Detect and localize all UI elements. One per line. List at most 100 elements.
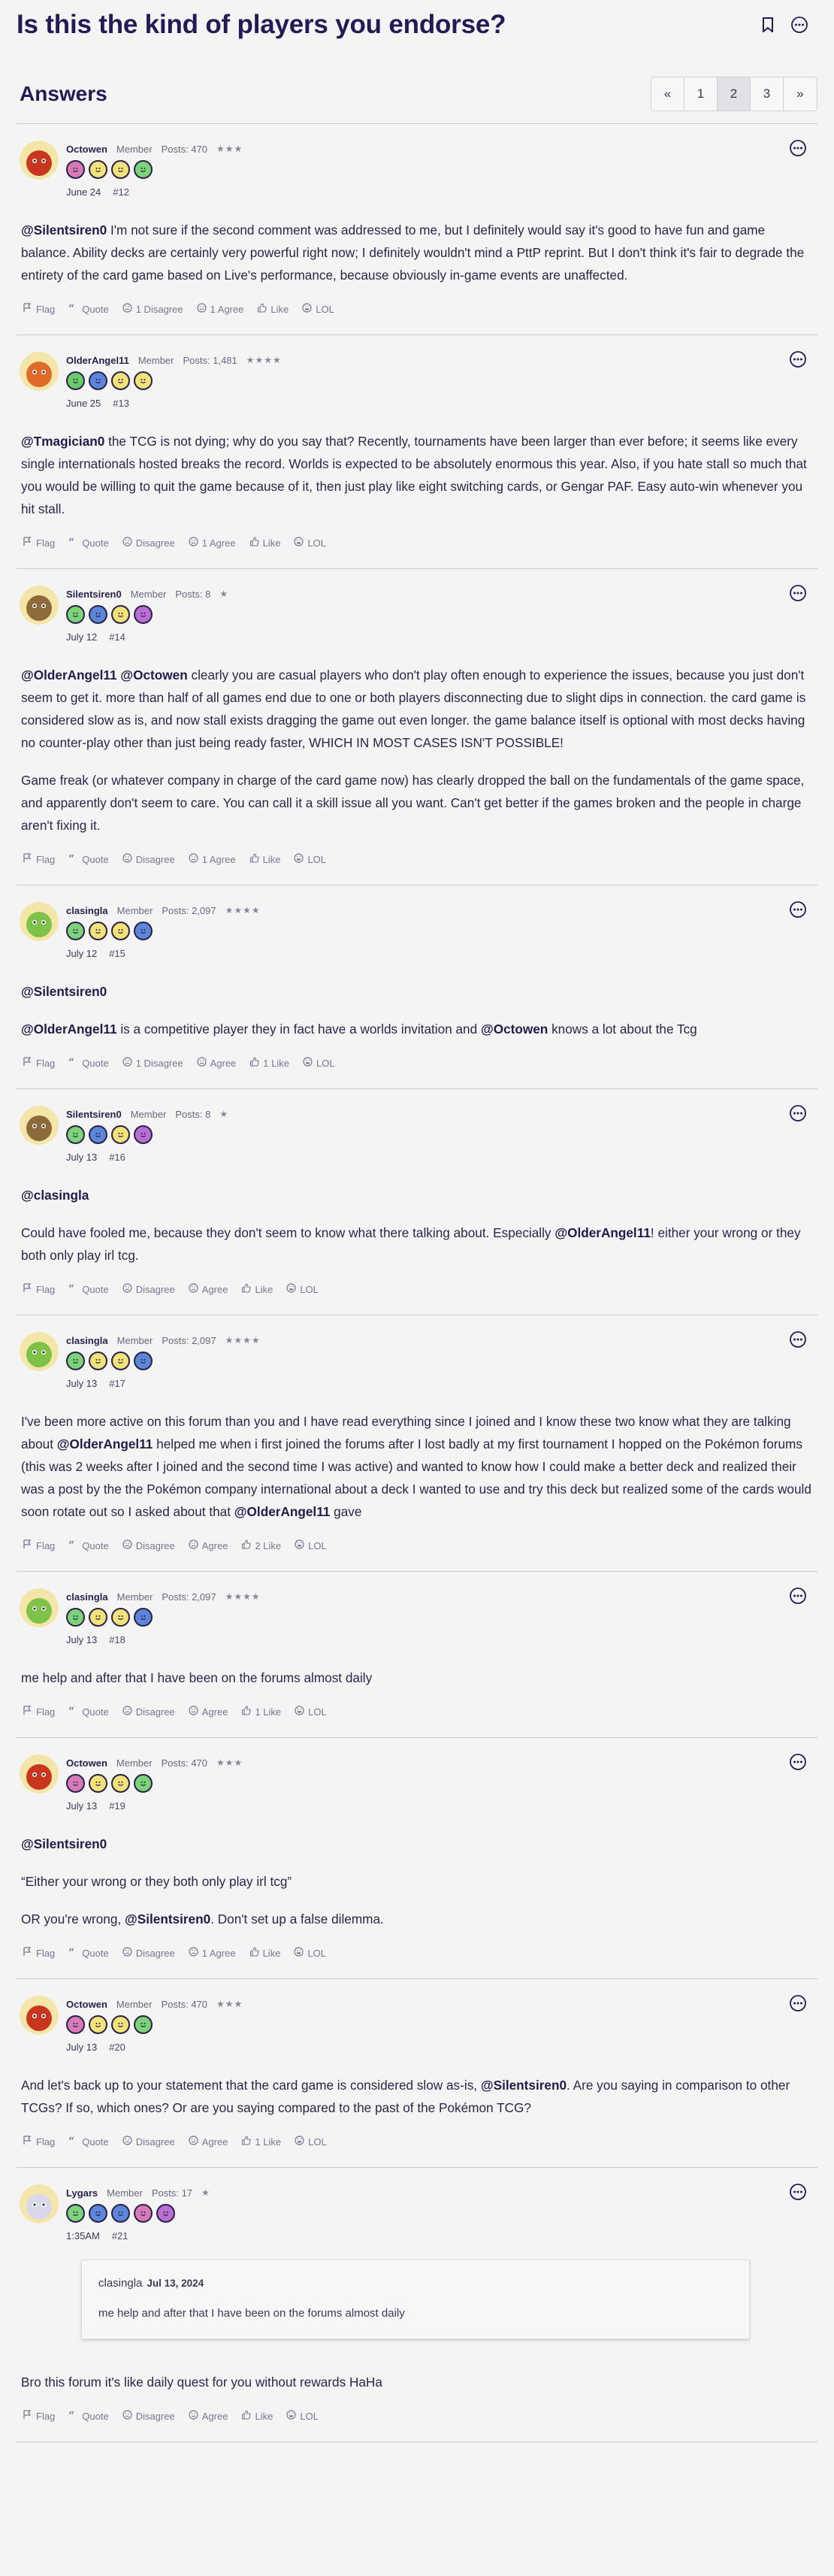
post-date[interactable]: 1:35AM	[66, 2230, 100, 2242]
page-button[interactable]: «	[651, 77, 684, 110]
quote-button[interactable]: “ Quote	[68, 853, 108, 865]
agree-button[interactable]: 1 Agree	[189, 1947, 236, 1959]
post-more-icon[interactable]	[789, 901, 807, 919]
post-more-icon[interactable]	[789, 1587, 807, 1605]
avatar[interactable]	[20, 1754, 59, 1794]
flag-button[interactable]: Flag	[23, 2410, 55, 2422]
post-more-icon[interactable]	[789, 1994, 807, 2012]
post-date[interactable]: July 13	[66, 1800, 97, 1812]
lol-button[interactable]: LOL	[295, 1539, 327, 1551]
user-mention[interactable]: @Silentsiren0	[21, 984, 107, 999]
agree-button[interactable]: Agree	[196, 1057, 236, 1069]
lol-button[interactable]: LOL	[294, 1947, 326, 1959]
username[interactable]: Octowen	[66, 144, 107, 155]
bookmark-icon[interactable]	[759, 16, 777, 34]
quote-button[interactable]: “ Quote	[68, 537, 108, 549]
username[interactable]: Silentsiren0	[66, 589, 122, 600]
username[interactable]: clasingla	[66, 1335, 108, 1346]
user-mention[interactable]: @Silentsiren0	[21, 1836, 107, 1851]
avatar[interactable]	[20, 1106, 59, 1145]
user-mention[interactable]: @Silentsiren0	[21, 222, 107, 238]
quote-button[interactable]: “ Quote	[68, 2136, 108, 2148]
like-button[interactable]: Like	[249, 537, 280, 549]
user-mention[interactable]: @Octowen	[481, 1022, 548, 1037]
post-date[interactable]: June 25	[66, 398, 101, 409]
agree-button[interactable]: Agree	[189, 1539, 228, 1551]
disagree-button[interactable]: Disagree	[122, 1947, 175, 1959]
lol-button[interactable]: LOL	[286, 1283, 319, 1295]
quote-button[interactable]: “ Quote	[68, 1539, 108, 1551]
lol-button[interactable]: LOL	[303, 1057, 335, 1069]
user-mention[interactable]: @clasingla	[21, 1188, 89, 1203]
flag-button[interactable]: Flag	[23, 2136, 55, 2148]
avatar[interactable]	[20, 141, 59, 180]
disagree-button[interactable]: Disagree	[122, 1706, 175, 1718]
post-number[interactable]: #13	[113, 398, 129, 409]
user-mention[interactable]: @OlderAngel11	[21, 1022, 117, 1037]
like-button[interactable]: Like	[241, 2410, 273, 2422]
quote-button[interactable]: “ Quote	[68, 1947, 108, 1959]
flag-button[interactable]: Flag	[23, 1057, 55, 1069]
post-date[interactable]: July 12	[66, 631, 97, 643]
quote-button[interactable]: “ Quote	[68, 2410, 108, 2422]
post-more-icon[interactable]	[789, 584, 807, 602]
like-button[interactable]: 1 Like	[249, 1057, 289, 1069]
more-icon[interactable]	[790, 16, 808, 34]
post-date[interactable]: July 12	[66, 948, 97, 959]
avatar[interactable]	[20, 1996, 59, 2035]
quote-button[interactable]: “ Quote	[68, 303, 108, 315]
username[interactable]: OlderAngel11	[66, 355, 129, 366]
user-mention[interactable]: @OlderAngel11	[21, 667, 117, 683]
like-button[interactable]: 1 Like	[241, 2136, 281, 2148]
avatar[interactable]	[20, 352, 59, 391]
flag-button[interactable]: Flag	[23, 1706, 55, 1718]
flag-button[interactable]: Flag	[23, 1539, 55, 1551]
lol-button[interactable]: LOL	[294, 853, 326, 865]
agree-button[interactable]: 1 Agree	[189, 853, 236, 865]
disagree-button[interactable]: 1 Disagree	[122, 1057, 183, 1069]
username[interactable]: clasingla	[66, 1591, 108, 1603]
post-number[interactable]: #16	[109, 1152, 125, 1163]
username[interactable]: Silentsiren0	[66, 1109, 122, 1120]
avatar[interactable]	[20, 902, 59, 941]
post-more-icon[interactable]	[789, 2183, 807, 2201]
page-button[interactable]: 3	[751, 77, 784, 110]
post-date[interactable]: July 13	[66, 1378, 97, 1389]
page-button[interactable]: 1	[684, 77, 718, 110]
flag-button[interactable]: Flag	[23, 1283, 55, 1295]
post-number[interactable]: #17	[109, 1378, 125, 1389]
username[interactable]: clasingla	[66, 905, 108, 916]
disagree-button[interactable]: Disagree	[122, 1283, 175, 1295]
quoted-post[interactable]: clasingla Jul 13, 2024 me help and after t…	[81, 2260, 750, 2339]
user-mention[interactable]: @Tmagician0	[21, 434, 104, 449]
user-mention[interactable]: @Silentsiren0	[481, 2078, 567, 2093]
post-number[interactable]: #15	[109, 948, 125, 959]
post-number[interactable]: #20	[109, 2042, 125, 2053]
post-number[interactable]: #21	[112, 2230, 128, 2242]
like-button[interactable]: Like	[257, 303, 289, 315]
post-date[interactable]: July 13	[66, 1634, 97, 1645]
username[interactable]: Octowen	[66, 1999, 107, 2010]
disagree-button[interactable]: Disagree	[122, 2136, 175, 2148]
agree-button[interactable]: Agree	[189, 1706, 228, 1718]
avatar[interactable]	[20, 2184, 59, 2223]
post-more-icon[interactable]	[789, 1753, 807, 1771]
quote-author[interactable]: clasingla	[98, 2277, 142, 2290]
lol-button[interactable]: LOL	[295, 1706, 327, 1718]
quote-button[interactable]: “ Quote	[68, 1283, 108, 1295]
quote-button[interactable]: “ Quote	[68, 1706, 108, 1718]
lol-button[interactable]: LOL	[302, 303, 334, 315]
user-mention[interactable]: @OlderAngel11	[554, 1225, 651, 1240]
like-button[interactable]: Like	[241, 1283, 273, 1295]
username[interactable]: Octowen	[66, 1757, 107, 1769]
user-mention[interactable]: @OlderAngel11	[234, 1504, 331, 1519]
agree-button[interactable]: Agree	[189, 2136, 228, 2148]
post-date[interactable]: July 13	[66, 1152, 97, 1163]
flag-button[interactable]: Flag	[23, 303, 55, 315]
agree-button[interactable]: 1 Agree	[189, 537, 236, 549]
page-button[interactable]: »	[784, 77, 817, 110]
post-number[interactable]: #14	[109, 631, 125, 643]
flag-button[interactable]: Flag	[23, 853, 55, 865]
post-date[interactable]: July 13	[66, 2042, 97, 2053]
like-button[interactable]: 1 Like	[241, 1706, 281, 1718]
